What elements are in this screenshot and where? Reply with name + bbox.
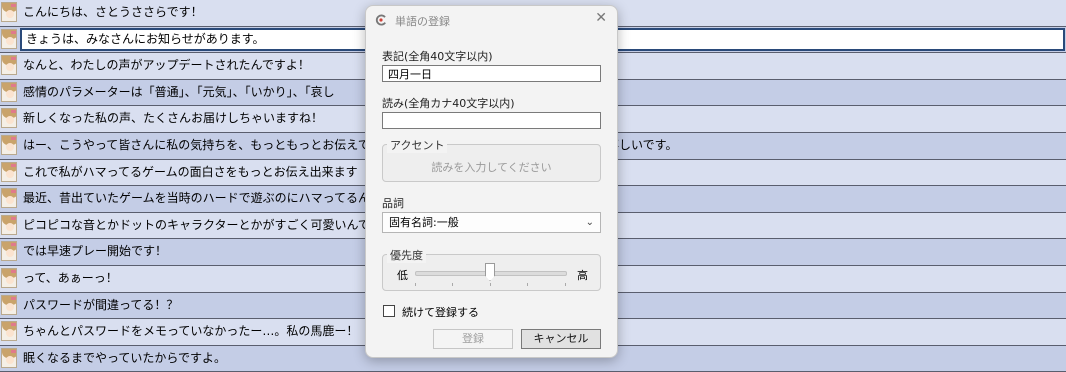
priority-group: 優先度 低 高 bbox=[382, 247, 601, 291]
reading-label: 読み(全角カナ40文字以内) bbox=[382, 97, 515, 110]
character-avatar-icon[interactable] bbox=[1, 134, 17, 155]
character-avatar-icon[interactable] bbox=[1, 347, 17, 368]
character-avatar-icon[interactable] bbox=[1, 108, 17, 129]
notation-label: 表記(全角40文字以内) bbox=[382, 50, 493, 63]
slider-tick bbox=[490, 283, 491, 286]
character-avatar-icon[interactable] bbox=[1, 55, 17, 76]
character-avatar-icon[interactable] bbox=[1, 267, 17, 288]
app-logo-icon bbox=[375, 14, 386, 26]
reading-input[interactable] bbox=[382, 112, 601, 129]
notation-input[interactable] bbox=[382, 65, 601, 82]
part-of-speech-select[interactable]: 固有名詞:一般 ⌄ bbox=[382, 212, 601, 233]
continue-register-label: 続けて登録する bbox=[402, 306, 479, 319]
accent-group: アクセント 読みを入力してください bbox=[382, 137, 601, 182]
character-avatar-icon[interactable] bbox=[1, 188, 17, 209]
slider-tick bbox=[452, 283, 453, 286]
word-registration-dialog: 単語の登録 ✕ 表記(全角40文字以内) 読み(全角カナ40文字以内) アクセン… bbox=[365, 5, 618, 358]
priority-high-label: 高 bbox=[577, 269, 588, 282]
dialog-title: 単語の登録 bbox=[395, 15, 450, 28]
slider-tick bbox=[565, 283, 566, 286]
character-avatar-icon[interactable] bbox=[1, 241, 17, 262]
character-avatar-icon[interactable] bbox=[1, 321, 17, 342]
character-avatar-icon[interactable] bbox=[1, 214, 17, 235]
accent-label: アクセント bbox=[387, 137, 448, 153]
register-button[interactable]: 登録 bbox=[433, 329, 513, 349]
slider-tick bbox=[415, 283, 416, 286]
chevron-down-icon: ⌄ bbox=[585, 217, 594, 228]
part-of-speech-label: 品詞 bbox=[382, 197, 404, 210]
priority-label: 優先度 bbox=[387, 247, 426, 263]
priority-low-label: 低 bbox=[397, 269, 408, 282]
character-avatar-icon[interactable] bbox=[1, 81, 17, 102]
close-icon[interactable]: ✕ bbox=[595, 10, 607, 26]
character-avatar-icon[interactable] bbox=[1, 294, 17, 315]
dialog-titlebar: 単語の登録 ✕ bbox=[366, 6, 617, 34]
continue-register-checkbox[interactable] bbox=[383, 305, 395, 317]
cancel-button[interactable]: キャンセル bbox=[521, 329, 601, 349]
part-of-speech-value: 固有名詞:一般 bbox=[389, 216, 459, 229]
character-avatar-icon[interactable] bbox=[1, 161, 17, 182]
character-avatar-icon[interactable] bbox=[1, 28, 17, 49]
slider-tick bbox=[527, 283, 528, 286]
priority-slider-thumb[interactable] bbox=[485, 263, 495, 281]
character-avatar-icon[interactable] bbox=[1, 2, 17, 22]
accent-placeholder-text: 読みを入力してください bbox=[431, 161, 552, 174]
